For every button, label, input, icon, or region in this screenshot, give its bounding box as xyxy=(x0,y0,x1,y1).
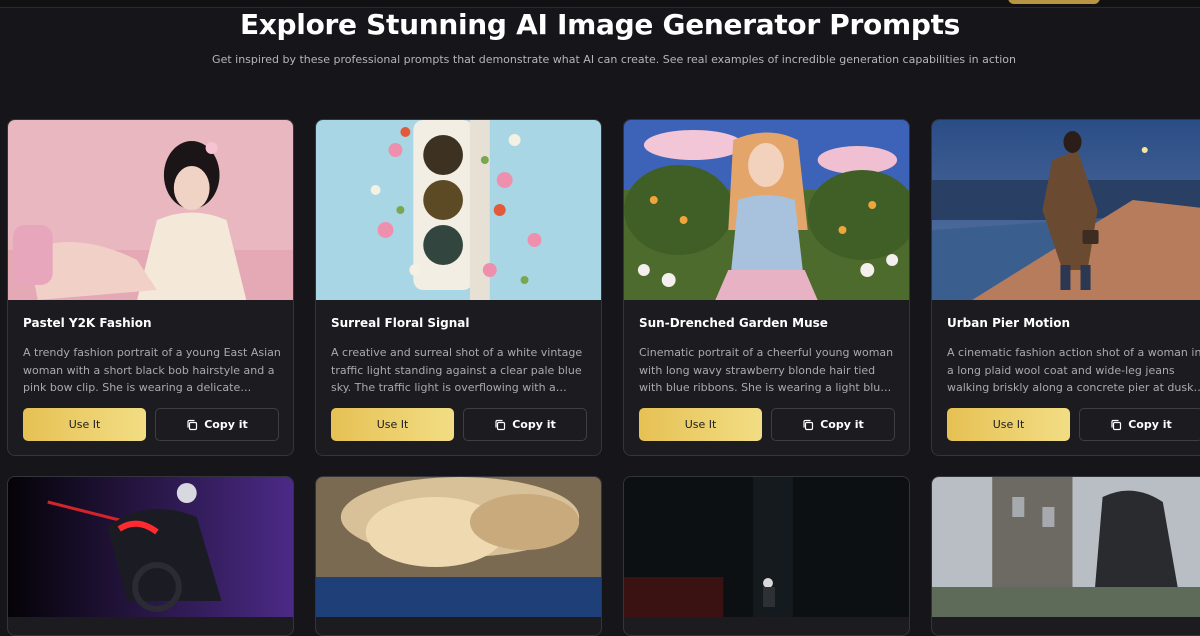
card-image[interactable] xyxy=(316,477,601,617)
card-image[interactable] xyxy=(932,120,1200,300)
card-title: Pastel Y2K Fashion xyxy=(23,316,152,330)
prompt-card[interactable] xyxy=(931,476,1200,636)
copy-it-button[interactable]: Copy it xyxy=(155,408,279,441)
use-it-button[interactable]: Use It xyxy=(23,408,146,441)
card-title: Sun-Drenched Garden Muse xyxy=(639,316,828,330)
copy-icon xyxy=(803,419,814,430)
copy-icon xyxy=(495,419,506,430)
copy-it-button[interactable]: Copy it xyxy=(1079,408,1200,441)
prompt-card[interactable]: Urban Pier Motion A cinematic fashion ac… xyxy=(931,119,1200,456)
use-it-button[interactable]: Use It xyxy=(331,408,454,441)
card-title: Surreal Floral Signal xyxy=(331,316,470,330)
prompt-card[interactable] xyxy=(315,476,602,636)
card-title: Urban Pier Motion xyxy=(947,316,1071,330)
card-image[interactable] xyxy=(624,477,909,617)
page-title: Explore Stunning AI Image Generator Prom… xyxy=(239,8,961,41)
prompt-card[interactable] xyxy=(623,476,910,636)
prompt-card[interactable]: Pastel Y2K Fashion A trendy fashion port… xyxy=(7,119,294,456)
use-it-button[interactable]: Use It xyxy=(947,408,1070,441)
copy-icon xyxy=(1111,419,1122,430)
prompt-card[interactable]: Surreal Floral Signal A creative and sur… xyxy=(315,119,602,456)
page-subtitle: Get inspired by these professional promp… xyxy=(212,53,1016,66)
card-description: A creative and surreal shot of a white v… xyxy=(331,346,583,394)
prompt-card[interactable] xyxy=(7,476,294,636)
card-description: A trendy fashion portrait of a young Eas… xyxy=(23,346,281,394)
card-image[interactable] xyxy=(316,120,601,300)
card-image[interactable] xyxy=(8,477,293,617)
copy-icon xyxy=(187,419,198,430)
copy-it-label: Copy it xyxy=(204,418,248,431)
use-it-button[interactable]: Use It xyxy=(639,408,762,441)
prompt-card[interactable]: Sun-Drenched Garden Muse Cinematic portr… xyxy=(623,119,910,456)
card-description: A cinematic fashion action shot of a wom… xyxy=(947,346,1200,394)
card-image[interactable] xyxy=(932,477,1200,617)
copy-it-label: Copy it xyxy=(820,418,864,431)
card-description: Cinematic portrait of a cheerful young w… xyxy=(639,346,894,394)
card-image[interactable] xyxy=(8,120,293,300)
copy-it-button[interactable]: Copy it xyxy=(771,408,895,441)
copy-it-label: Copy it xyxy=(512,418,556,431)
copy-it-label: Copy it xyxy=(1128,418,1172,431)
card-image[interactable] xyxy=(624,120,909,300)
copy-it-button[interactable]: Copy it xyxy=(463,408,587,441)
top-nav-button[interactable] xyxy=(1008,0,1100,4)
